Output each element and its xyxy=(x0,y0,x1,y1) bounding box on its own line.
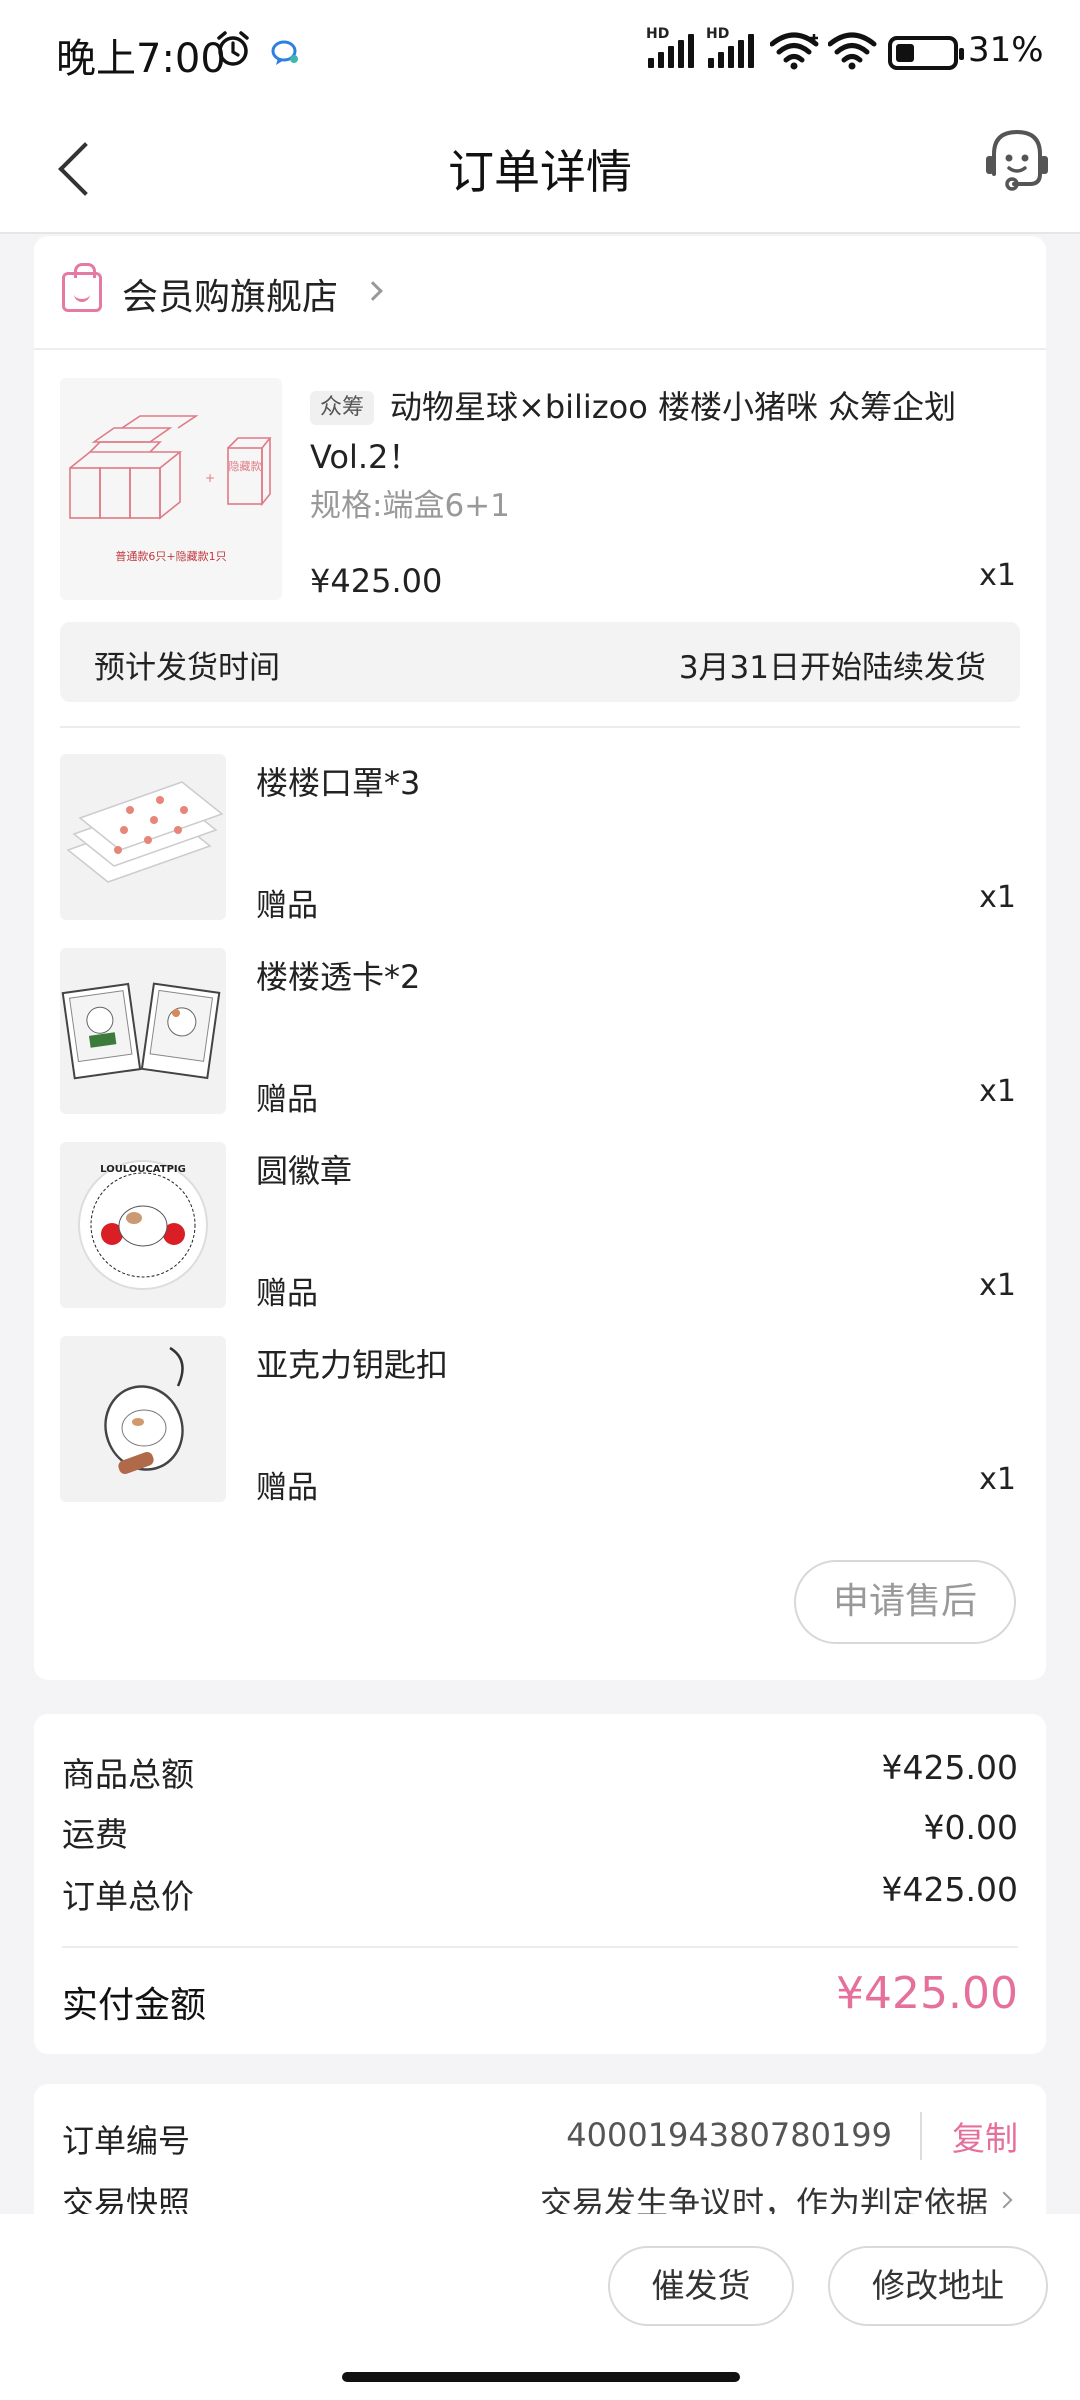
battery-icon xyxy=(888,36,964,70)
status-time: 晚上7:00 xyxy=(56,36,226,82)
payment-summary-card: 商品总额 ¥425.00 运费 ¥0.00 订单总价 ¥425.00 实付金额 … xyxy=(34,1714,1046,2054)
badge-text: LOULOUCATPIG xyxy=(100,1164,186,1175)
store-header[interactable]: 会员购旗舰店 xyxy=(34,236,1046,350)
svg-text:隐藏款: 隐藏款 xyxy=(229,459,262,473)
product-box-image: + 隐藏款 普通款6只+隐藏款1只 xyxy=(69,415,272,563)
svg-text:+: + xyxy=(205,471,215,485)
chat-bubble-icon xyxy=(270,36,300,76)
chevron-right-icon xyxy=(363,281,383,301)
shipping-fee-value: ¥0.00 xyxy=(923,1808,1018,1847)
svg-text:普通款6只+隐藏款1只: 普通款6只+隐藏款1只 xyxy=(115,549,226,563)
shipping-fee-label: 运费 xyxy=(62,1815,128,1854)
edit-address-button[interactable]: 修改地址 xyxy=(828,2246,1048,2326)
order-items-card: 会员购旗舰店 + 隐藏款 普通款6只+隐藏款1只 众筹 动物星球×bilizoo … xyxy=(34,236,1046,1680)
goods-total-value: ¥425.00 xyxy=(881,1748,1018,1787)
signal-2-icon: HD xyxy=(706,26,754,68)
wifi-2-icon xyxy=(827,30,878,79)
order-total-row: 订单总价 ¥425.00 xyxy=(62,1870,1018,1918)
gift-tag: 赠品 xyxy=(256,1276,318,1312)
shopping-bag-icon xyxy=(62,263,102,312)
gift-qty: x1 xyxy=(979,880,1016,915)
chevron-right-icon xyxy=(995,2191,1013,2209)
customer-service-button[interactable] xyxy=(984,122,1050,202)
urge-shipping-button[interactable]: 催发货 xyxy=(608,2246,794,2326)
order-total-value: ¥425.00 xyxy=(881,1870,1018,1909)
gift-qty: x1 xyxy=(979,1268,1016,1303)
product-price: ¥425.00 xyxy=(310,562,443,600)
shipping-label: 预计发货时间 xyxy=(94,650,280,686)
gift-name: 楼楼口罩*3 xyxy=(256,764,421,802)
clear-card-image xyxy=(61,982,221,1080)
gift-thumbnail-keychain[interactable] xyxy=(60,1336,226,1502)
shipping-value: 3月31日开始陆续发货 xyxy=(678,650,986,686)
gift-thumbnail-card[interactable] xyxy=(60,948,226,1114)
home-indicator xyxy=(342,2372,740,2382)
signal-1-icon: HD xyxy=(646,26,694,68)
shipping-estimate: 预计发货时间 3月31日开始陆续发货 xyxy=(60,622,1020,702)
product-spec: 规格:端盒6+1 xyxy=(310,488,510,524)
product-thumbnail[interactable]: + 隐藏款 普通款6只+隐藏款1只 xyxy=(60,378,282,600)
product-title[interactable]: 众筹 动物星球×bilizoo 楼楼小猪咪 众筹企划Vol.2！ xyxy=(310,382,1010,482)
badge-image: LOULOUCATPIG xyxy=(78,1160,208,1290)
gift-qty: x1 xyxy=(979,1462,1016,1497)
paid-amount-label: 实付金额 xyxy=(62,1985,207,2026)
gift-qty: x1 xyxy=(979,1074,1016,1109)
alarm-icon xyxy=(214,30,252,77)
product-qty: x1 xyxy=(979,558,1016,593)
product-title-text: 动物星球×bilizoo 楼楼小猪咪 众筹企划Vol.2！ xyxy=(310,388,957,476)
store-name: 会员购旗舰店 xyxy=(122,277,339,318)
page-title: 订单详情 xyxy=(448,145,632,199)
gift-tag: 赠品 xyxy=(256,1470,318,1506)
status-bar: 晚上7:00 HD HD 31% xyxy=(0,0,1080,100)
divider xyxy=(60,726,1020,728)
paid-amount-value: ¥425.00 xyxy=(836,1968,1018,2019)
gift-name: 亚克力钥匙扣 xyxy=(256,1346,449,1384)
battery-percent: 31% xyxy=(968,30,1044,70)
bottom-action-bar: 催发货 修改地址 xyxy=(0,2214,1080,2400)
order-number-label: 订单编号 xyxy=(62,2122,191,2160)
gift-tag: 赠品 xyxy=(256,888,318,924)
keychain-image xyxy=(104,1346,184,1475)
shipping-fee-row: 运费 ¥0.00 xyxy=(62,1808,1018,1856)
divider xyxy=(62,1946,1018,1948)
goods-total-label: 商品总额 xyxy=(62,1755,194,1794)
gift-thumbnail-badge[interactable]: LOULOUCATPIG xyxy=(60,1142,226,1308)
mask-image xyxy=(66,781,224,883)
nav-bar: 订单详情 xyxy=(0,100,1080,234)
order-total-label: 订单总价 xyxy=(62,1877,194,1916)
gift-name: 楼楼透卡*2 xyxy=(256,958,421,996)
order-number-value: 4000194380780199 xyxy=(566,2116,892,2154)
copy-button[interactable]: 复制 xyxy=(920,2112,1018,2160)
gift-name: 圆徽章 xyxy=(256,1152,353,1190)
crowdfunding-tag: 众筹 xyxy=(310,391,375,425)
gift-tag: 赠品 xyxy=(256,1082,318,1118)
after-sales-button[interactable]: 申请售后 xyxy=(794,1560,1016,1644)
wifi-icon xyxy=(769,30,822,79)
customer-service-icon xyxy=(986,129,1048,191)
gift-thumbnail-mask[interactable] xyxy=(60,754,226,920)
goods-total-row: 商品总额 ¥425.00 xyxy=(62,1748,1018,1796)
